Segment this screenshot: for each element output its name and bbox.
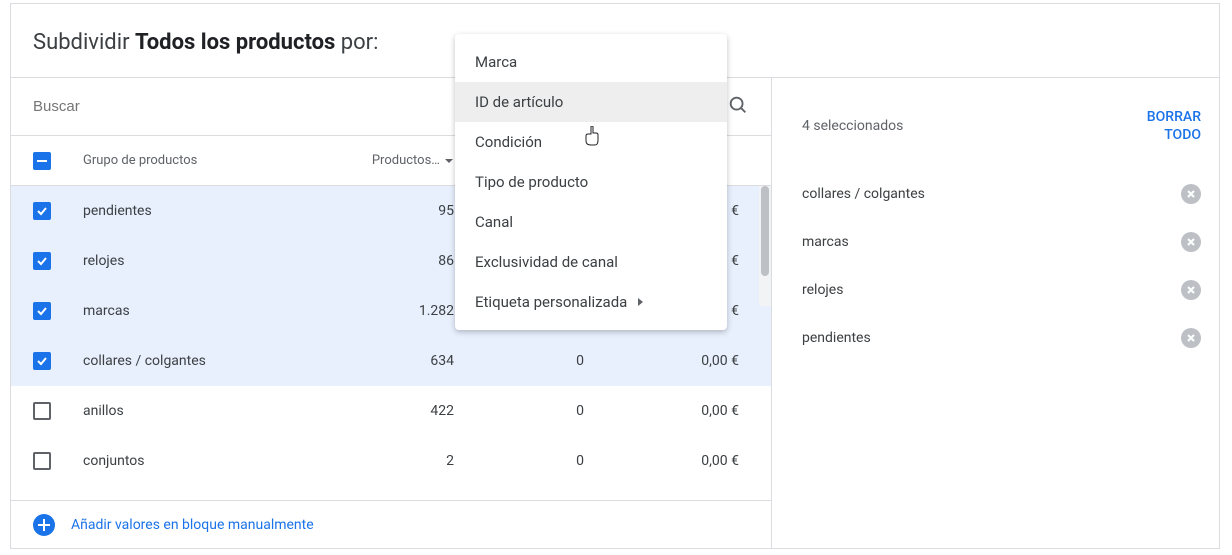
menu-item[interactable]: Condición <box>455 122 727 162</box>
add-bulk-link[interactable]: Añadir valores en bloque manualmente <box>71 517 314 533</box>
selection-item: collares / colgantes <box>802 170 1201 218</box>
row-checkbox-cell[interactable] <box>33 452 83 470</box>
row-name: relojes <box>83 253 334 269</box>
remove-selection-icon[interactable] <box>1181 232 1201 252</box>
selection-item-label: marcas <box>802 234 849 250</box>
scroll-thumb[interactable] <box>761 186 769 276</box>
row-products: 422 <box>334 403 464 419</box>
row-name: marcas <box>83 303 334 319</box>
row-name: collares / colgantes <box>83 353 334 369</box>
row-clicks: 0 <box>464 403 594 419</box>
row-products: 95 <box>334 203 464 219</box>
dialog-panel: Subdividir Todos los productos por: Grup… <box>10 3 1220 549</box>
selection-item: marcas <box>802 218 1201 266</box>
selection-header: 4 seleccionados BORRAR TODO <box>802 108 1201 144</box>
add-icon[interactable] <box>33 514 55 536</box>
col-group-label[interactable]: Grupo de productos <box>83 153 334 168</box>
row-checkbox-cell[interactable] <box>33 402 83 420</box>
row-name: pendientes <box>83 203 334 219</box>
row-products: 86 <box>334 253 464 269</box>
row-checkbox[interactable] <box>33 402 51 420</box>
clear-all-button[interactable]: BORRAR TODO <box>1147 108 1201 144</box>
clear-line2: TODO <box>1147 126 1201 144</box>
menu-item[interactable]: Etiqueta personalizada <box>455 282 727 322</box>
menu-item-label: Tipo de producto <box>475 173 588 191</box>
row-checkbox-cell[interactable] <box>33 252 83 270</box>
remove-selection-icon[interactable] <box>1181 328 1201 348</box>
menu-item-label: Marca <box>475 53 517 71</box>
selection-count: 4 seleccionados <box>802 118 903 134</box>
menu-item-label: Canal <box>475 213 513 231</box>
header-suffix: por: <box>335 30 378 55</box>
table-row[interactable]: collares / colgantes63400,00 € <box>11 336 771 386</box>
header-prefix: Subdividir <box>33 30 135 55</box>
row-products: 1.282 <box>334 303 464 319</box>
scroll-track[interactable] <box>759 186 771 306</box>
row-checkbox[interactable] <box>33 202 51 220</box>
selection-item-label: relojes <box>802 282 843 298</box>
submenu-chevron-icon <box>637 293 645 311</box>
table-row[interactable]: conjuntos200,00 € <box>11 436 771 486</box>
row-cost: 0,00 € <box>594 453 749 469</box>
menu-item-label: Condición <box>475 133 542 151</box>
subdivide-dropdown: Marca ID de artículo Condición Tipo de prod… <box>455 34 727 330</box>
menu-item[interactable]: Canal <box>455 202 727 242</box>
right-column: 4 seleccionados BORRAR TODO collares / c… <box>772 78 1219 548</box>
row-cost: 0,00 € <box>594 353 749 369</box>
remove-selection-icon[interactable] <box>1181 184 1201 204</box>
select-all-cell[interactable] <box>33 152 83 170</box>
menu-item-label: Etiqueta personalizada <box>475 293 627 311</box>
row-clicks: 0 <box>464 353 594 369</box>
row-products: 634 <box>334 353 464 369</box>
table-row[interactable]: anillos42200,00 € <box>11 386 771 436</box>
row-checkbox-cell[interactable] <box>33 352 83 370</box>
menu-item-label: Exclusividad de canal <box>475 253 618 271</box>
menu-item[interactable]: ID de artículo <box>455 82 727 122</box>
search-icon[interactable] <box>727 94 749 120</box>
selection-list: collares / colgantes marcas relojes pendien… <box>802 170 1201 362</box>
selection-item: pendientes <box>802 314 1201 362</box>
sort-down-icon <box>444 156 454 166</box>
row-clicks: 0 <box>464 453 594 469</box>
row-checkbox[interactable] <box>33 252 51 270</box>
select-all-checkbox[interactable] <box>33 152 51 170</box>
remove-selection-icon[interactable] <box>1181 280 1201 300</box>
row-checkbox-cell[interactable] <box>33 302 83 320</box>
row-name: anillos <box>83 403 334 419</box>
selection-item-label: collares / colgantes <box>802 186 925 202</box>
row-cost: 0,00 € <box>594 403 749 419</box>
selection-item-label: pendientes <box>802 330 871 346</box>
row-checkbox[interactable] <box>33 452 51 470</box>
row-checkbox[interactable] <box>33 302 51 320</box>
menu-item[interactable]: Exclusividad de canal <box>455 242 727 282</box>
row-products: 2 <box>334 453 464 469</box>
menu-item-label: ID de artículo <box>475 93 563 111</box>
row-checkbox-cell[interactable] <box>33 202 83 220</box>
menu-item[interactable]: Marca <box>455 42 727 82</box>
col-products[interactable]: Productos… <box>334 153 464 168</box>
menu-item[interactable]: Tipo de producto <box>455 162 727 202</box>
footer-row: Añadir valores en bloque manualmente <box>11 500 771 548</box>
row-checkbox[interactable] <box>33 352 51 370</box>
selection-item: relojes <box>802 266 1201 314</box>
col-products-label: Productos… <box>372 153 440 168</box>
row-name: conjuntos <box>83 453 334 469</box>
header-target: Todos los productos <box>135 30 335 55</box>
clear-line1: BORRAR <box>1147 108 1201 126</box>
